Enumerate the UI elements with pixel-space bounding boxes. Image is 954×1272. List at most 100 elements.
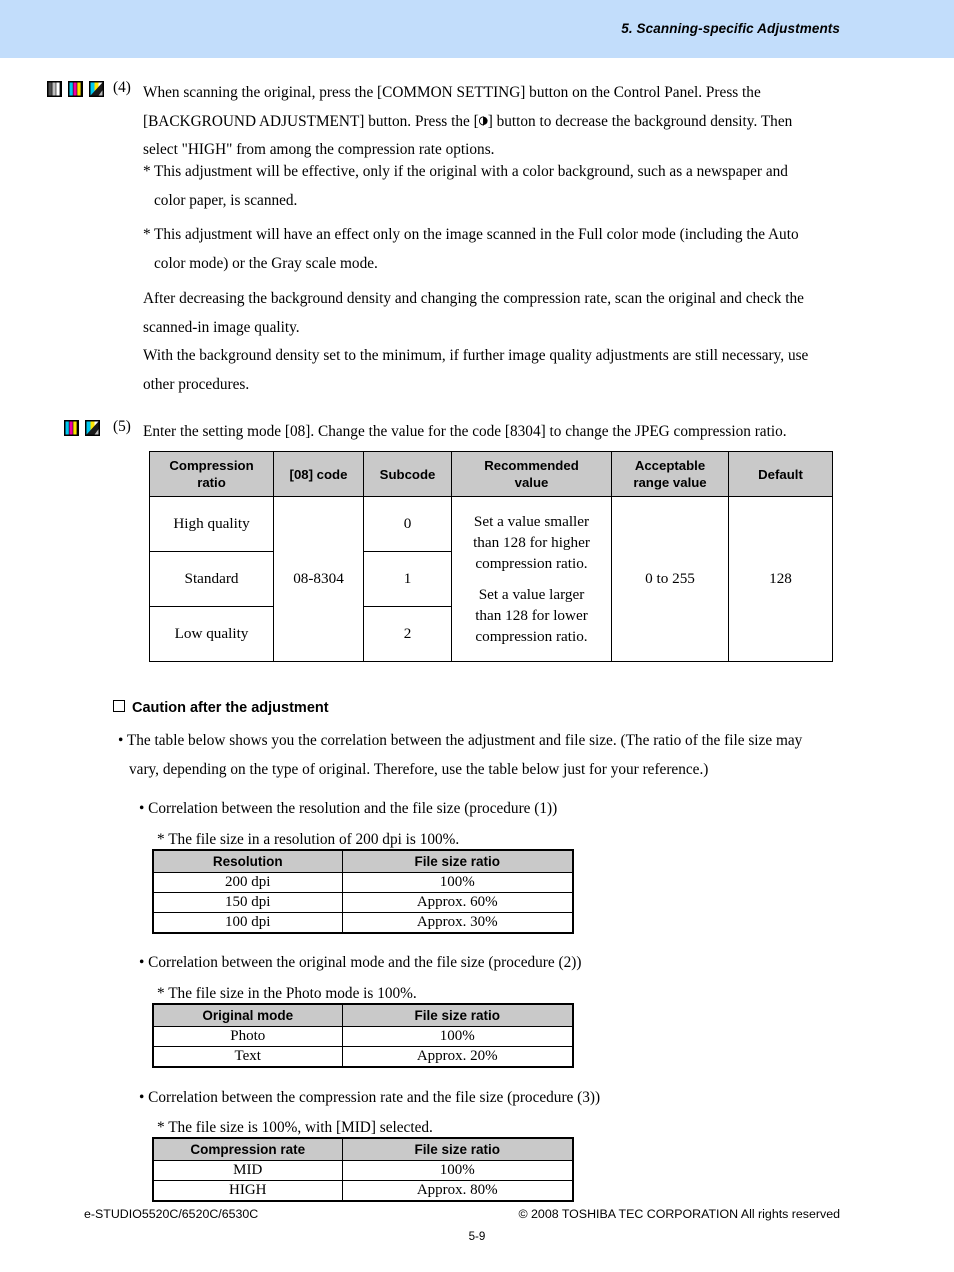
cell-ratio-low: Low quality xyxy=(149,606,274,662)
caution-bullet: • The table below shows you the correlat… xyxy=(118,727,858,784)
cell-subcode-1: 1 xyxy=(363,551,452,607)
table-row: HIGH Approx. 80% xyxy=(152,1180,574,1202)
chapter-title: 5. Scanning-specific Adjustments xyxy=(621,21,840,36)
section-3-label: • Correlation between the compression ra… xyxy=(139,1089,601,1106)
cell-ratio: Approx. 80% xyxy=(341,1180,574,1202)
section-2-label: • Correlation between the original mode … xyxy=(139,954,582,971)
col-head-recommended-value: Recommended value xyxy=(451,451,612,497)
step4-line-1: When scanning the original, press the [C… xyxy=(143,84,761,101)
table-header-row: Compression rate File size ratio xyxy=(152,1137,574,1161)
step4-note-2-line-1: * This adjustment will have an effect onl… xyxy=(143,221,863,250)
cell-ratio: Approx. 60% xyxy=(341,892,574,913)
table-header-row: Original mode File size ratio xyxy=(152,1003,574,1027)
col-head-resolution: Resolution xyxy=(152,849,343,873)
original-mode-filesize-table: Original mode File size ratio Photo 100%… xyxy=(152,1003,574,1068)
cell-original-mode: Photo xyxy=(152,1026,343,1047)
table-row: High quality 08-8304 0 Set a value small… xyxy=(149,496,833,662)
col-head-08-code: [08] code xyxy=(273,451,364,497)
table-header-row: Resolution File size ratio xyxy=(152,849,574,873)
footer-page-number: 5-9 xyxy=(468,1230,486,1243)
step5-number: (5) xyxy=(113,418,131,435)
col-head-subcode: Subcode xyxy=(363,451,452,497)
table-row: Photo 100% xyxy=(152,1026,574,1047)
cell-original-mode: Text xyxy=(152,1046,343,1068)
cell-ratio: Approx. 20% xyxy=(341,1046,574,1068)
col-head-compression-ratio: Compression ratio xyxy=(149,451,274,497)
step4-line-2-suffix: ] button to decrease the background dens… xyxy=(487,112,793,130)
footer-model: e-STUDIO5520C/6520C/6530C xyxy=(84,1207,259,1221)
half-split-icon xyxy=(85,420,100,436)
table-header-row: Compression ratio [08] code Subcode Reco… xyxy=(149,451,833,497)
table-row: MID 100% xyxy=(152,1160,574,1181)
step4-note-2-line-2: color mode) or the Gray scale mode. xyxy=(154,254,378,272)
half-split-icon xyxy=(89,81,104,97)
section-2-note: * The file size in the Photo mode is 100… xyxy=(157,985,417,1002)
step4-number: (4) xyxy=(113,79,131,96)
cell-compression-rate: HIGH xyxy=(152,1180,343,1202)
cmy-bars-icon xyxy=(68,81,83,97)
caution-bullet-line-2: vary, depending on the type of original.… xyxy=(129,760,709,778)
resolution-filesize-table: Resolution File size ratio 200 dpi 100% … xyxy=(152,849,574,934)
table-row: Text Approx. 20% xyxy=(152,1046,574,1068)
document-page: 5. Scanning-specific Adjustments (4) Whe… xyxy=(0,0,954,1272)
step4-line-2: [BACKGROUND ADJUSTMENT] button. Press th… xyxy=(143,108,853,137)
section-1-label: • Correlation between the resolution and… xyxy=(139,800,558,817)
step4-note-1-text-1: This adjustment will be effective, only … xyxy=(154,163,788,180)
cell-recommended-value: Set a value smaller than 128 for higher … xyxy=(451,496,612,662)
table-row: 200 dpi 100% xyxy=(152,872,574,893)
cell-ratio: 100% xyxy=(341,1026,574,1047)
compression-settings-table: Compression ratio [08] code Subcode Reco… xyxy=(149,451,833,662)
cell-ratio: 100% xyxy=(341,1160,574,1181)
gray-bars-icon xyxy=(47,81,62,97)
section-3-note: * The file size is 100%, with [MID] sele… xyxy=(157,1119,433,1136)
step4-note-1-line-1: * This adjustment will be effective, only… xyxy=(143,158,863,187)
step4-note-2: * This adjustment will have an effect onl… xyxy=(143,221,863,278)
table-row: 100 dpi Approx. 30% xyxy=(152,912,574,934)
step4-tail-line-4: other procedures. xyxy=(143,375,250,393)
cell-subcode-0: 0 xyxy=(363,496,452,552)
col-head-file-size-ratio: File size ratio xyxy=(341,849,574,873)
note-star: * xyxy=(143,163,151,180)
step4-line-2-prefix: [BACKGROUND ADJUSTMENT] button. Press th… xyxy=(143,112,479,130)
cell-resolution: 150 dpi xyxy=(152,892,343,913)
half-circle-density-icon xyxy=(478,115,488,127)
caution-heading-text: Caution after the adjustment xyxy=(132,700,329,716)
step4-icon-group xyxy=(47,81,104,97)
col-head-acceptable-range: Acceptable range value xyxy=(611,451,729,497)
step4-tail: After decreasing the background density … xyxy=(143,285,873,399)
step4-tail-line-3: With the background density set to the m… xyxy=(143,347,809,364)
caution-bullet-line-1: • The table below shows you the correlat… xyxy=(118,732,803,749)
cell-resolution: 100 dpi xyxy=(152,912,343,934)
col-head-compression-rate: Compression rate xyxy=(152,1137,343,1161)
compression-rate-filesize-table: Compression rate File size ratio MID 100… xyxy=(152,1137,574,1202)
step4-tail-line-1: After decreasing the background density … xyxy=(143,290,804,307)
cell-ratio: 100% xyxy=(341,872,574,893)
cell-08-code: 08-8304 xyxy=(273,496,364,662)
step4-body: When scanning the original, press the [C… xyxy=(143,79,853,165)
cell-resolution: 200 dpi xyxy=(152,872,343,893)
step5-text: Enter the setting mode [08]. Change the … xyxy=(143,423,787,440)
cell-ratio-standard: Standard xyxy=(149,551,274,607)
col-head-default: Default xyxy=(728,451,833,497)
col-head-file-size-ratio: File size ratio xyxy=(341,1003,574,1027)
step4-note-1: * This adjustment will be effective, only… xyxy=(143,158,863,215)
cell-subcode-2: 2 xyxy=(363,606,452,662)
cell-default: 128 xyxy=(728,496,833,662)
step4-note-1-line-2: color paper, is scanned. xyxy=(154,191,298,209)
step5-body: Enter the setting mode [08]. Change the … xyxy=(143,418,873,447)
cell-ratio-high: High quality xyxy=(149,496,274,552)
col-head-original-mode: Original mode xyxy=(152,1003,343,1027)
section-1-note: * The file size in a resolution of 200 d… xyxy=(157,831,460,848)
cmy-bars-icon xyxy=(64,420,79,436)
step4-note-2-text-1: This adjustment will have an effect only… xyxy=(154,226,799,243)
step5-icon-group xyxy=(64,420,100,436)
step4-tail-line-2: scanned-in image quality. xyxy=(143,318,300,336)
footer-copyright: © 2008 TOSHIBA TEC CORPORATION All right… xyxy=(518,1207,840,1221)
caution-heading: Caution after the adjustment xyxy=(113,697,329,716)
table-row: 150 dpi Approx. 60% xyxy=(152,892,574,913)
cell-acceptable-range: 0 to 255 xyxy=(611,496,729,662)
note-star: * xyxy=(143,226,151,243)
checkbox-square-icon xyxy=(113,697,125,712)
cell-ratio: Approx. 30% xyxy=(341,912,574,934)
